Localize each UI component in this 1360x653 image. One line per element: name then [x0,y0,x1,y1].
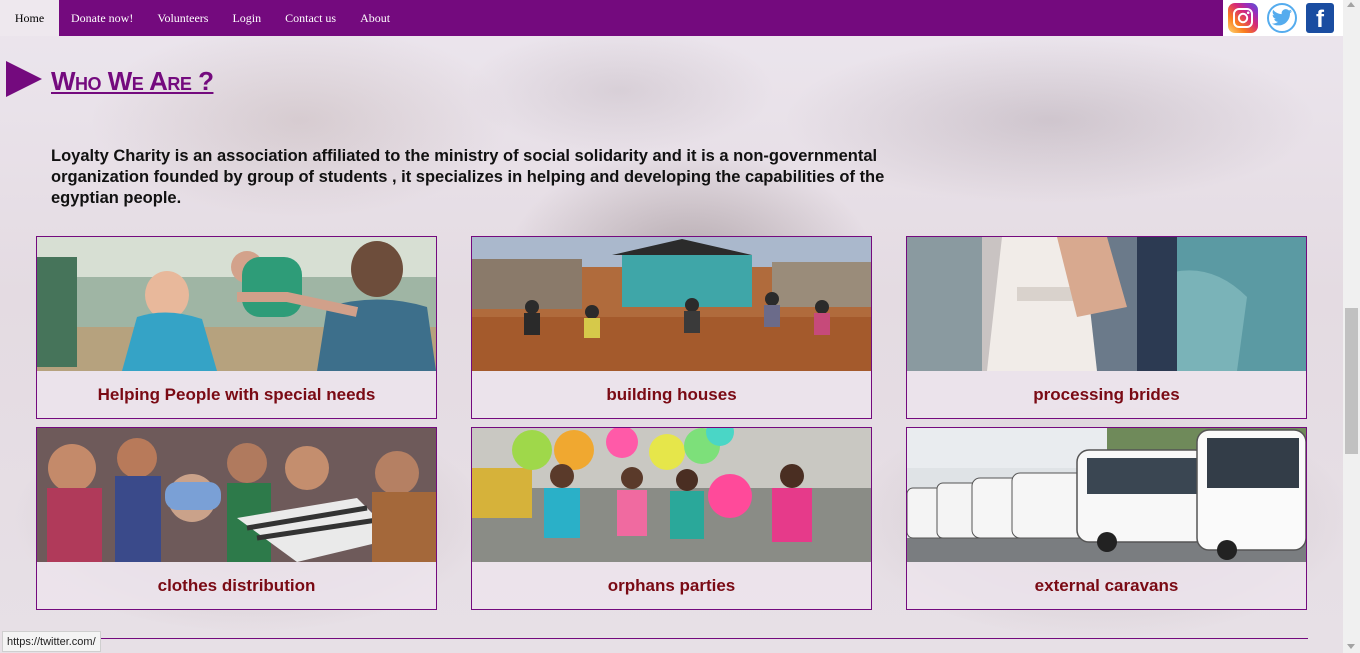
browser-status-bar: https://twitter.com/ [2,631,101,652]
card-image [907,237,1306,371]
card-caption: external caravans [907,562,1306,609]
scroll-down-arrow-icon[interactable] [1347,644,1355,649]
nav-login[interactable]: Login [220,0,273,36]
nav-contact-us[interactable]: Contact us [273,0,348,36]
service-card-external-caravans[interactable]: external caravans [906,427,1307,610]
nav-volunteers[interactable]: Volunteers [145,0,220,36]
twitter-icon[interactable] [1267,3,1297,33]
service-card-special-needs[interactable]: Helping People with special needs [36,236,437,419]
service-card-building-houses[interactable]: building houses [471,236,872,419]
scroll-up-arrow-icon[interactable] [1347,2,1355,7]
service-card-orphans-parties[interactable]: orphans parties [471,427,872,610]
card-image [907,428,1306,562]
card-caption: building houses [472,371,871,418]
vertical-scrollbar[interactable] [1343,0,1360,653]
service-card-clothes-distribution[interactable]: clothes distribution [36,427,437,610]
card-caption: Helping People with special needs [37,371,436,418]
nav-donate[interactable]: Donate now! [59,0,145,36]
instagram-icon[interactable] [1228,3,1258,33]
section-title: Who We Are ? [51,66,214,96]
facebook-letter: f [1316,6,1324,33]
about-text: Loyalty Charity is an association affili… [51,147,885,207]
card-image [37,237,436,371]
card-caption: orphans parties [472,562,871,609]
play-arrow-icon [6,61,42,97]
top-navbar: Home Donate now! Volunteers Login Contac… [0,0,1223,36]
card-image [472,428,871,562]
social-links: f [1223,0,1343,36]
nav-about[interactable]: About [348,0,402,36]
section-divider [36,638,1308,639]
card-image [37,428,436,562]
nav-home[interactable]: Home [0,0,59,36]
card-caption: clothes distribution [37,562,436,609]
scroll-thumb[interactable] [1345,308,1358,454]
facebook-icon[interactable]: f [1306,3,1334,33]
card-caption: processing brides [907,371,1306,418]
service-card-processing-brides[interactable]: processing brides [906,236,1307,419]
card-image [472,237,871,371]
